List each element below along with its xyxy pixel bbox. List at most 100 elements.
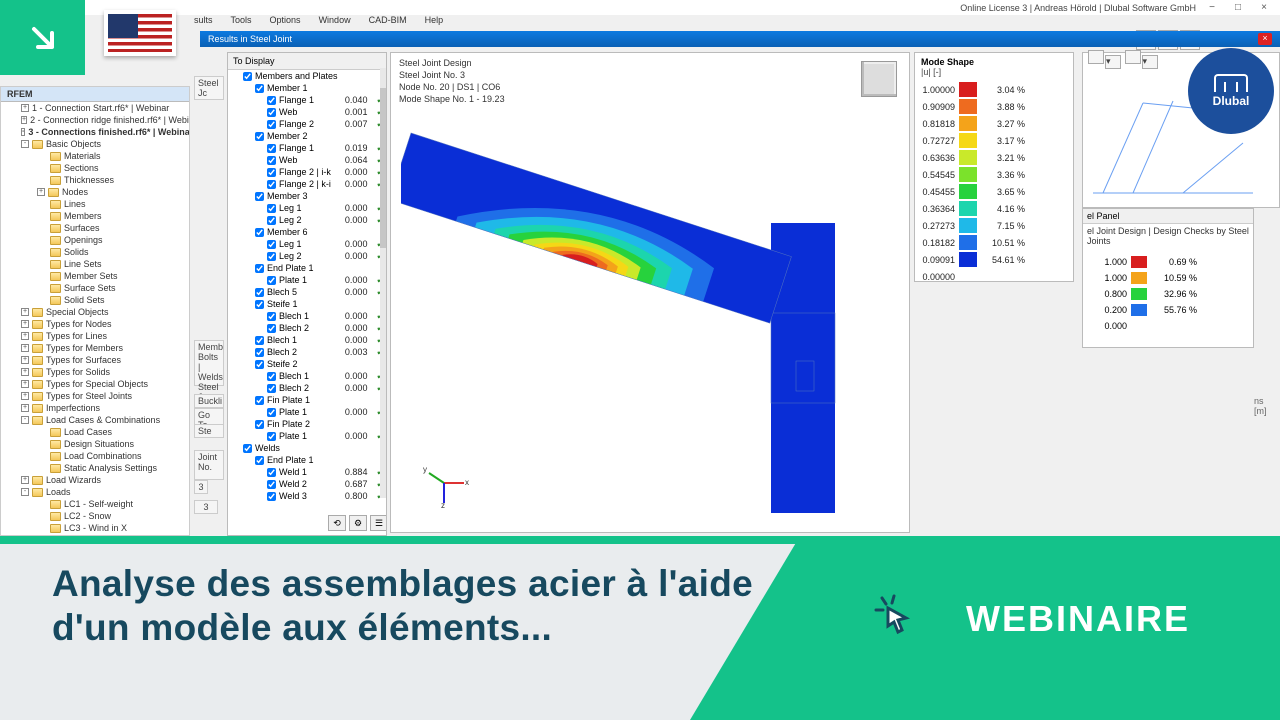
legend-row: 1.00010.59 % [1083, 270, 1253, 286]
panel-tool-icon[interactable]: ⟲ [328, 515, 346, 531]
mini-buckling[interactable]: Buckli [194, 394, 224, 408]
tree-node[interactable]: Sections [1, 162, 189, 174]
view-cube[interactable] [861, 61, 897, 97]
display-member[interactable]: Member 1 [228, 82, 386, 94]
tree-node[interactable]: Solids [1, 246, 189, 258]
display-group[interactable]: Welds [228, 442, 386, 454]
file-item[interactable]: + 1 - Connection Start.rf6* | Webinar [1, 102, 189, 114]
tree-node[interactable]: LC3 - Wind in X [1, 522, 189, 534]
tree-node[interactable]: + Types for Lines [1, 330, 189, 342]
display-item[interactable]: Weld 30.800✔ [228, 490, 386, 502]
tree-node[interactable]: + Types for Surfaces [1, 354, 189, 366]
mini-ste[interactable]: Ste [194, 424, 224, 438]
display-item[interactable]: Plate 10.000✔ [228, 274, 386, 286]
display-member[interactable]: Steife 2 [228, 358, 386, 370]
tree-node[interactable]: Members [1, 210, 189, 222]
display-item[interactable]: Web0.001✔ [228, 106, 386, 118]
display-member[interactable]: Fin Plate 1 [228, 394, 386, 406]
display-member[interactable]: Blech 50.000✔ [228, 286, 386, 298]
tree-node[interactable]: - Loads [1, 486, 189, 498]
display-member[interactable]: Fin Plate 2 [228, 418, 386, 430]
tree-node[interactable]: Surfaces [1, 222, 189, 234]
tree-node[interactable]: + Special Objects [1, 306, 189, 318]
display-member[interactable]: Blech 20.003✔ [228, 346, 386, 358]
display-member[interactable]: Steife 1 [228, 298, 386, 310]
tree-node[interactable]: + Types for Steel Joints [1, 390, 189, 402]
display-item[interactable]: Blech 20.000✔ [228, 322, 386, 334]
display-item[interactable]: Leg 10.000✔ [228, 238, 386, 250]
tree-node[interactable]: Design Situations [1, 438, 189, 450]
tree-node[interactable]: LC2 - Snow [1, 510, 189, 522]
tree-node[interactable]: + Nodes [1, 186, 189, 198]
tree-node[interactable]: - Basic Objects [1, 138, 189, 150]
display-item[interactable]: Plate 10.000✔ [228, 430, 386, 442]
tree-node[interactable]: LC1 - Self-weight [1, 498, 189, 510]
tool-icon[interactable] [1088, 50, 1104, 64]
tree-node[interactable]: Load Cases [1, 426, 189, 438]
display-member[interactable]: Member 2 [228, 130, 386, 142]
tree-node[interactable]: - Load Cases & Combinations [1, 414, 189, 426]
tree-node[interactable]: Lines [1, 198, 189, 210]
close-button[interactable]: × [1254, 2, 1274, 14]
display-group[interactable]: Members and Plates [228, 70, 386, 82]
display-item[interactable]: Plate 10.000✔ [228, 406, 386, 418]
display-member[interactable]: Member 3 [228, 190, 386, 202]
panel-tool-icon[interactable]: ☰ [370, 515, 387, 531]
display-item[interactable]: Weld 20.687✔ [228, 478, 386, 490]
tree-node[interactable]: + Types for Members [1, 342, 189, 354]
file-item[interactable]: - 3 - Connections finished.rf6* | Webina… [1, 126, 189, 138]
tree-node[interactable]: + Types for Special Objects [1, 378, 189, 390]
tree-node[interactable]: Thicknesses [1, 174, 189, 186]
display-item[interactable]: Flange 20.007✔ [228, 118, 386, 130]
legend-row: 0.727273.17 % [915, 132, 1073, 149]
display-item[interactable]: Leg 20.000✔ [228, 250, 386, 262]
tree-node[interactable]: Openings [1, 234, 189, 246]
3d-viewport[interactable]: Steel Joint Design Steel Joint No. 3 Nod… [390, 52, 910, 533]
menu-item[interactable]: Window [315, 15, 355, 29]
display-item[interactable]: Flange 10.040✔ [228, 94, 386, 106]
tree-node[interactable]: Line Sets [1, 258, 189, 270]
tree-node[interactable]: Load Combinations [1, 450, 189, 462]
display-item[interactable]: Weld 10.884✔ [228, 466, 386, 478]
menu-item[interactable]: Tools [227, 15, 256, 29]
tool-dropdown-icon[interactable]: ▾ [1142, 55, 1158, 69]
display-item[interactable]: Blech 10.000✔ [228, 310, 386, 322]
display-member[interactable]: Blech 10.000✔ [228, 334, 386, 346]
corner-badge [0, 0, 85, 75]
minimize-button[interactable]: − [1202, 2, 1222, 14]
display-item[interactable]: Web0.064✔ [228, 154, 386, 166]
display-item[interactable]: Blech 10.000✔ [228, 370, 386, 382]
tree-node[interactable]: + Types for Solids [1, 366, 189, 378]
tree-node[interactable]: Materials [1, 150, 189, 162]
display-member[interactable]: End Plate 1 [228, 454, 386, 466]
menu-item[interactable]: Help [421, 15, 448, 29]
display-member[interactable]: End Plate 1 [228, 262, 386, 274]
close-icon[interactable]: × [1258, 33, 1272, 45]
tree-node[interactable]: Member Sets [1, 270, 189, 282]
tool-icon[interactable] [1125, 50, 1141, 64]
display-item[interactable]: Flange 10.019✔ [228, 142, 386, 154]
display-item[interactable]: Leg 10.000✔ [228, 202, 386, 214]
display-item[interactable]: Flange 2 | i-k0.000✔ [228, 166, 386, 178]
display-panel[interactable]: To Display Members and Plates Member 1 F… [227, 52, 387, 536]
menu-item[interactable]: sults [190, 15, 217, 29]
tree-node[interactable]: + Load Wizards [1, 474, 189, 486]
tree-node[interactable]: + Types for Nodes [1, 318, 189, 330]
display-item[interactable]: Flange 2 | k-i0.000✔ [228, 178, 386, 190]
project-root[interactable]: RFEM [7, 89, 33, 99]
maximize-button[interactable]: □ [1228, 2, 1248, 14]
display-item[interactable]: Blech 20.000✔ [228, 382, 386, 394]
display-item[interactable]: Leg 20.000✔ [228, 214, 386, 226]
tree-node[interactable]: + Imperfections [1, 402, 189, 414]
menu-item[interactable]: CAD-BIM [365, 15, 411, 29]
scrollbar[interactable] [380, 68, 386, 498]
tree-node[interactable]: Solid Sets [1, 294, 189, 306]
tree-node[interactable]: Surface Sets [1, 282, 189, 294]
tree-node[interactable]: Static Analysis Settings [1, 462, 189, 474]
display-member[interactable]: Member 6 [228, 226, 386, 238]
menu-item[interactable]: Options [266, 15, 305, 29]
tool-dropdown-icon[interactable]: ▾ [1105, 55, 1121, 69]
file-item[interactable]: + 2 - Connection ridge finished.rf6* | W… [1, 114, 189, 126]
project-tree[interactable]: RFEM + 1 - Connection Start.rf6* | Webin… [0, 86, 190, 536]
panel-tool-icon[interactable]: ⚙ [349, 515, 367, 531]
